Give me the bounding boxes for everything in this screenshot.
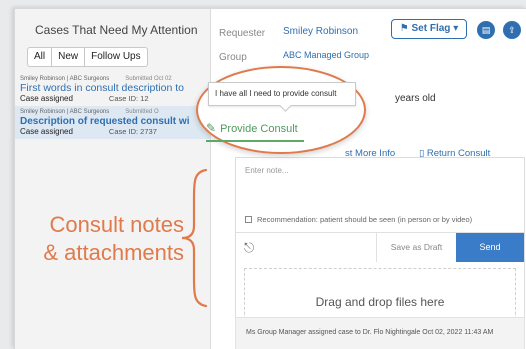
set-flag-button[interactable]: ⚑ Set Flag ▾ <box>391 19 467 39</box>
case-detail-panel: Requester Smiley Robinson Group ABC Mana… <box>211 9 526 349</box>
note-actions: ⎋ Save as Draft Send <box>236 232 524 262</box>
case-id: Case ID: 12 <box>108 94 149 103</box>
filter-tabs: All New Follow Ups <box>27 47 148 67</box>
recommendation-label: Recommendation: patient should be seen (… <box>257 215 473 224</box>
filter-tab-all[interactable]: All <box>28 48 53 66</box>
filter-tab-follow-ups[interactable]: Follow Ups <box>85 48 146 66</box>
chevron-down-icon: ▾ <box>453 23 459 34</box>
provide-consult-tooltip: I have all I need to provide consult <box>208 82 356 106</box>
brace-annotation <box>181 168 208 308</box>
case-status: Case assigned <box>20 127 73 136</box>
case-title: First words in consult description to <box>20 82 184 94</box>
case-title: Description of requested consult wi <box>20 116 190 127</box>
filter-tab-new[interactable]: New <box>52 48 86 66</box>
send-button[interactable]: Send <box>456 233 524 262</box>
case-requester: Smiley Robinson | ABC Surgeons <box>20 109 110 115</box>
flag-icon: ⚑ <box>399 23 409 34</box>
case-id: Case ID: 2737 <box>108 127 157 136</box>
note-input[interactable]: Enter note... <box>245 166 289 175</box>
recommendation-row[interactable]: Recommendation: patient should be seen (… <box>245 215 472 224</box>
edit-icon: ✎ <box>206 121 217 135</box>
save-draft-button[interactable]: Save as Draft <box>376 233 456 262</box>
activity-entry: Ms Group Manager assigned case to Dr. Fl… <box>235 317 525 349</box>
case-list-title: Cases That Need My Attention <box>35 23 198 37</box>
case-status: Case assigned <box>20 94 73 103</box>
export-icon[interactable]: ⇪ <box>503 21 521 39</box>
paperclip-icon[interactable]: ⎋ <box>244 240 254 256</box>
group-label: Group <box>219 52 247 63</box>
case-list-item[interactable]: Smiley Robinson | ABC Surgeons Submitted … <box>15 73 211 106</box>
group-value[interactable]: ABC Managed Group <box>283 50 369 60</box>
recommendation-checkbox[interactable] <box>245 216 252 223</box>
requester-label: Requester <box>219 28 266 39</box>
app-window: Cases That Need My Attention All New Fol… <box>14 8 526 349</box>
requester-value[interactable]: Smiley Robinson <box>283 26 358 37</box>
provide-consult-tab[interactable]: ✎ Provide Consult <box>206 118 304 142</box>
case-list-item-selected[interactable]: Smiley Robinson | ABC Surgeons Submitted … <box>15 106 211 139</box>
print-icon[interactable]: ▤ <box>477 21 495 39</box>
annotation-line-2: & attachments <box>43 240 184 265</box>
patient-age: years old <box>395 93 436 104</box>
annotation-line-1: Consult notes <box>49 212 184 237</box>
case-submitted: Submitted O <box>125 109 159 115</box>
activity-text: Ms Group Manager assigned case to Dr. Fl… <box>246 329 494 336</box>
